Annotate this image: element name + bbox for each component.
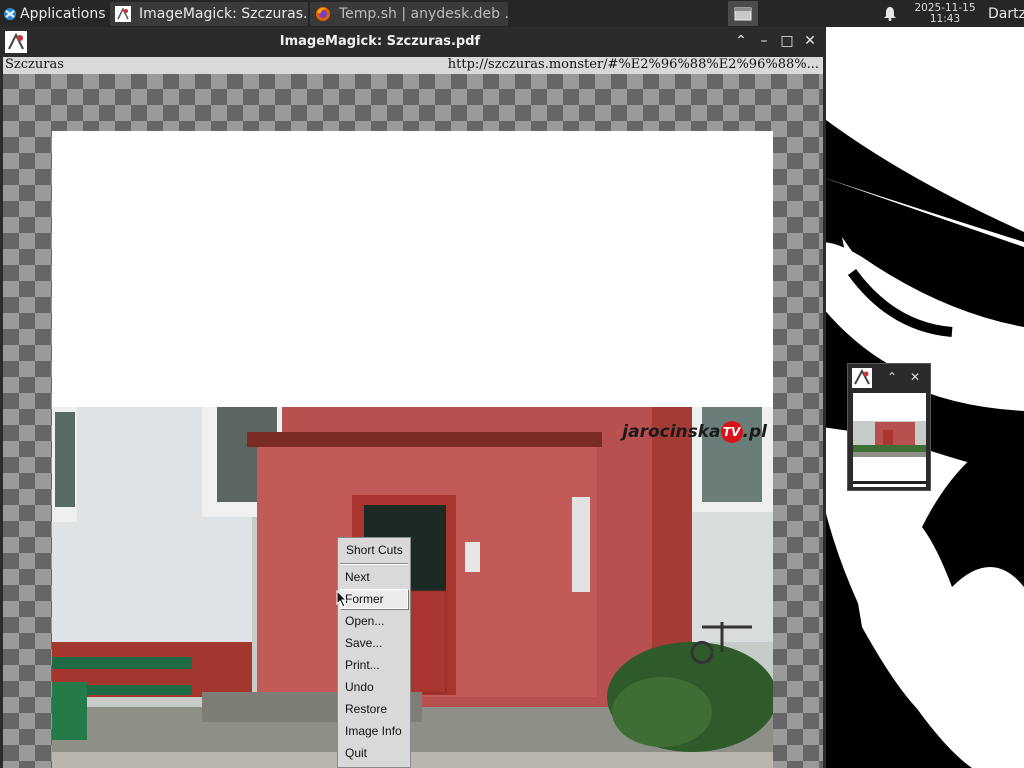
watermark-tv-badge: TV bbox=[720, 421, 743, 443]
image-canvas[interactable]: Szczuras http://szczuras.monster/#%E2%96… bbox=[3, 57, 823, 768]
menu-item-next[interactable]: Next bbox=[340, 567, 408, 587]
menu-separator bbox=[340, 563, 408, 565]
window-title: ImageMagick: Szczuras.pdf bbox=[279, 34, 481, 49]
bell-icon bbox=[884, 7, 896, 21]
show-desktop-button[interactable] bbox=[728, 1, 758, 26]
shade-button[interactable]: ⌃ bbox=[733, 33, 749, 49]
thumbnail-drawing bbox=[853, 393, 926, 487]
taskbar: Applications ≡ ImageMagick: Szczuras....… bbox=[0, 0, 1024, 27]
window-titlebar[interactable]: ImageMagick: Szczuras.pdf ⌃ – □ ✕ bbox=[0, 27, 826, 57]
taskbar-task-label: ImageMagick: Szczuras.... bbox=[139, 6, 308, 22]
watermark-brand: jarocinska bbox=[622, 422, 721, 442]
pdf-title: Szczuras bbox=[5, 57, 64, 72]
imagemagick-icon bbox=[115, 6, 131, 22]
applications-menu-button[interactable]: Applications ≡ bbox=[0, 0, 110, 27]
imagemagick-pan-window[interactable]: ⌃ ✕ bbox=[847, 363, 931, 491]
clock-time: 11:43 bbox=[929, 12, 961, 25]
clock[interactable]: 2025-11-15 11:43 bbox=[905, 0, 985, 27]
minimize-icon: – bbox=[760, 33, 768, 49]
user-name: Dartz bbox=[988, 5, 1024, 22]
shortcuts-menu: Short Cuts Next Former Open... Save... P… bbox=[337, 537, 411, 768]
firefox-icon bbox=[316, 7, 330, 21]
maximize-icon: □ bbox=[780, 33, 794, 49]
imagemagick-icon[interactable] bbox=[5, 31, 27, 53]
clock-date: 2025-11-15 bbox=[914, 1, 976, 14]
xfce-logo-icon bbox=[3, 7, 17, 21]
window-icon bbox=[734, 7, 752, 20]
menu-item-quit[interactable]: Quit bbox=[340, 743, 408, 763]
close-icon: ✕ bbox=[804, 33, 816, 49]
mouse-pointer-icon bbox=[336, 590, 348, 608]
page-thumbnail[interactable] bbox=[853, 393, 926, 487]
close-icon: ✕ bbox=[909, 370, 921, 384]
menu-item-undo[interactable]: Undo bbox=[340, 677, 408, 697]
minimize-button[interactable]: – bbox=[756, 33, 772, 49]
building-photo: jarocinska TV .pl bbox=[52, 407, 773, 768]
notifications-button[interactable] bbox=[880, 0, 900, 27]
user-menu[interactable]: Dartz bbox=[985, 0, 1024, 27]
menu-item-print[interactable]: Print... bbox=[340, 655, 408, 675]
taskbar-task-label: Temp.sh | anydesk.deb ... bbox=[339, 6, 508, 22]
menu-item-image-info[interactable]: Image Info bbox=[340, 721, 408, 741]
pdf-url: http://szczuras.monster/#%E2%96%88%E2%96… bbox=[447, 57, 819, 72]
menu-title: Short Cuts bbox=[346, 543, 403, 557]
menu-item-save[interactable]: Save... bbox=[340, 633, 408, 653]
maximize-button[interactable]: □ bbox=[779, 33, 795, 49]
pdf-header-bar: Szczuras http://szczuras.monster/#%E2%96… bbox=[3, 57, 823, 74]
pdf-page: jarocinska TV .pl bbox=[52, 131, 773, 768]
applications-label: Applications bbox=[20, 5, 106, 22]
taskbar-task-imagemagick[interactable]: ImageMagick: Szczuras.... bbox=[110, 2, 308, 26]
close-button[interactable]: ✕ bbox=[907, 369, 923, 385]
shade-button[interactable]: ⌃ bbox=[884, 369, 900, 385]
menu-item-open[interactable]: Open... bbox=[340, 611, 408, 631]
imagemagick-icon[interactable] bbox=[852, 368, 872, 388]
menu-item-restore[interactable]: Restore bbox=[340, 699, 408, 719]
menu-item-former[interactable]: Former bbox=[340, 589, 408, 609]
tv-watermark: jarocinska TV .pl bbox=[622, 421, 767, 443]
close-button[interactable]: ✕ bbox=[802, 33, 818, 49]
taskbar-task-firefox[interactable]: Temp.sh | anydesk.deb ... bbox=[310, 2, 508, 26]
chevron-up-icon: ⌃ bbox=[886, 370, 898, 384]
photo-drawing bbox=[52, 407, 773, 768]
watermark-domain: .pl bbox=[742, 422, 767, 442]
imagemagick-window: ImageMagick: Szczuras.pdf ⌃ – □ ✕ Szczur… bbox=[0, 27, 826, 768]
chevron-up-icon: ⌃ bbox=[735, 33, 747, 49]
